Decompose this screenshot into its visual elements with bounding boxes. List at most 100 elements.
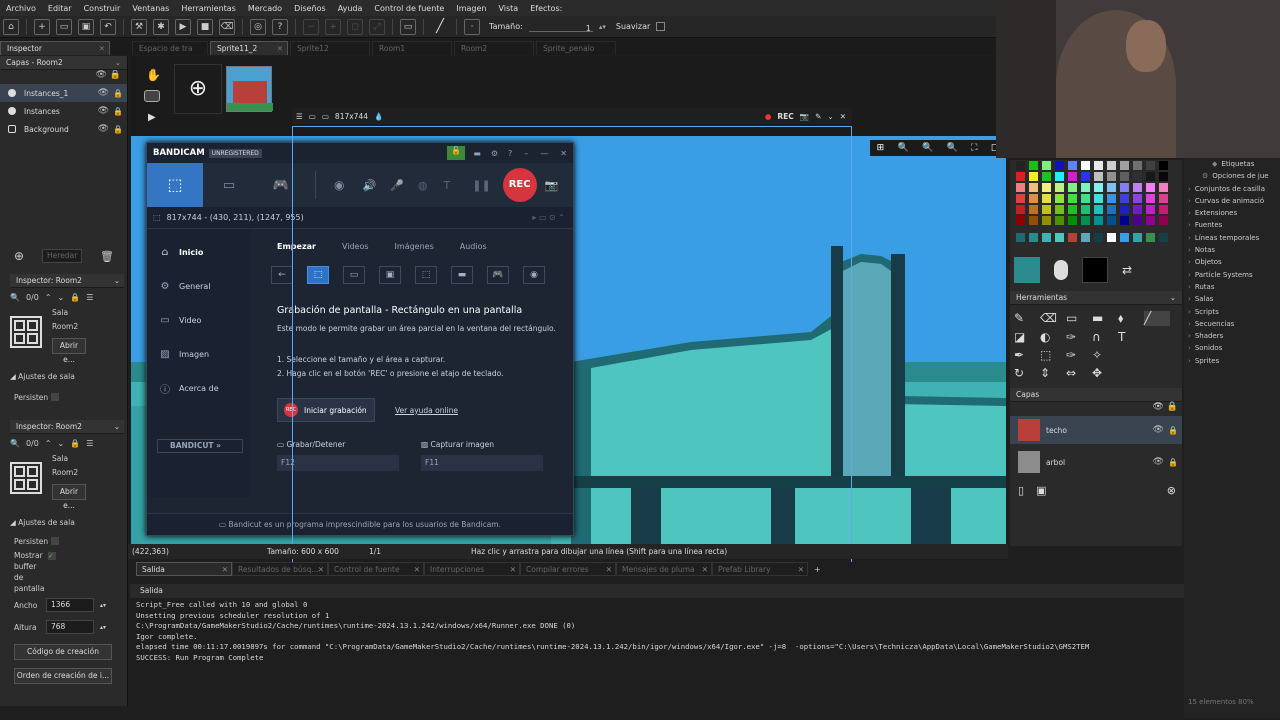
- color-swatch[interactable]: [1068, 194, 1077, 203]
- tab-prefab[interactable]: Prefab Library ✕: [712, 562, 808, 576]
- color-swatch[interactable]: [1068, 233, 1077, 242]
- undo-icon[interactable]: ↶: [100, 18, 116, 35]
- nav-inicio[interactable]: ⌂ Inicio: [147, 235, 251, 269]
- ellipse-icon[interactable]: ◐: [1040, 330, 1066, 344]
- menu-archivo[interactable]: Archivo: [6, 4, 36, 13]
- chevron-down-icon[interactable]: ⌄: [1170, 291, 1176, 305]
- color-swatch[interactable]: [1133, 161, 1142, 170]
- color-swatch[interactable]: [1068, 161, 1077, 170]
- color-swatch[interactable]: [1094, 161, 1103, 170]
- delete-layer-icon[interactable]: ⊗: [1167, 484, 1176, 497]
- color-swatch[interactable]: [1029, 172, 1038, 181]
- zoom-fit-icon[interactable]: 🔍: [947, 143, 958, 153]
- color-swatch[interactable]: [1016, 233, 1025, 242]
- marquee-icon[interactable]: ⬚: [1040, 348, 1066, 362]
- lock-icon[interactable]: 🔒: [113, 125, 123, 134]
- tab-salida[interactable]: Salida ✕: [136, 562, 232, 576]
- asset-folder[interactable]: › Sprites: [1184, 355, 1280, 367]
- color-swatch[interactable]: [1081, 233, 1090, 242]
- layer-techo[interactable]: techo 👁 🔒: [1010, 416, 1182, 444]
- menu-herramientas[interactable]: Herramientas: [181, 4, 236, 13]
- eyedropper-swap-icon[interactable]: ⇄: [1122, 263, 1132, 277]
- chevron-down-icon[interactable]: ⌄: [115, 56, 121, 70]
- close-icon[interactable]: ✕: [414, 563, 420, 577]
- color-swatch[interactable]: [1042, 172, 1051, 181]
- close-icon[interactable]: ✕: [606, 563, 612, 577]
- lock-icon[interactable]: 🔒: [70, 293, 80, 302]
- color-swatch[interactable]: [1107, 205, 1116, 214]
- asset-folder[interactable]: › Sonidos: [1184, 342, 1280, 354]
- asset-folder[interactable]: › Líneas temporales: [1184, 232, 1280, 244]
- color-swatch[interactable]: [1107, 161, 1116, 170]
- new-layer-icon[interactable]: ▯: [1018, 484, 1024, 497]
- color-swatch[interactable]: [1068, 216, 1077, 225]
- rectangle-icon[interactable]: ◪: [1014, 330, 1040, 344]
- save-icon[interactable]: ▣: [78, 18, 94, 35]
- close-icon[interactable]: ✕: [222, 563, 228, 577]
- color-swatch[interactable]: [1094, 194, 1103, 203]
- smooth-checkbox[interactable]: [656, 22, 666, 31]
- menu-disenos[interactable]: Diseños: [294, 4, 326, 13]
- asset-folder[interactable]: › Shaders: [1184, 330, 1280, 342]
- menu-construir[interactable]: Construir: [84, 4, 121, 13]
- chevron-down-icon[interactable]: ⌄: [58, 439, 65, 448]
- menu-editar[interactable]: Editar: [48, 4, 72, 13]
- tab-sprite-penalo[interactable]: Sprite_penalo: [536, 41, 616, 55]
- eye-icon[interactable]: 👁: [98, 124, 109, 134]
- tab-mensajes[interactable]: Mensajes de pluma ✕: [616, 562, 712, 576]
- trash-icon[interactable]: 🗑: [100, 250, 114, 263]
- grid-icon[interactable]: ⊞: [877, 143, 885, 153]
- color-swatch[interactable]: [1042, 183, 1051, 192]
- color-swatch[interactable]: [1081, 172, 1090, 181]
- persistent-checkbox[interactable]: [51, 537, 60, 545]
- tab-interrupciones[interactable]: Interrupciones ✕: [424, 562, 520, 576]
- chevron-up-icon[interactable]: ⌃: [45, 439, 52, 448]
- color-swatch[interactable]: [1055, 183, 1064, 192]
- close-icon[interactable]: ✕: [99, 42, 105, 56]
- search-icon[interactable]: 🔍: [10, 439, 20, 448]
- target-icon[interactable]: ◎: [250, 18, 266, 35]
- color-swatch[interactable]: [1094, 216, 1103, 225]
- color-swatch[interactable]: [1081, 161, 1090, 170]
- eye-icon[interactable]: 👁: [1153, 457, 1164, 467]
- hdmi-mode-icon[interactable]: ▭: [203, 178, 255, 193]
- color-swatch[interactable]: [1042, 216, 1051, 225]
- color-swatch[interactable]: [1159, 183, 1168, 192]
- color-swatch[interactable]: [1133, 205, 1142, 214]
- color-swatch[interactable]: [1055, 161, 1064, 170]
- color-swatch[interactable]: [1120, 233, 1129, 242]
- close-icon[interactable]: ✕: [840, 112, 846, 121]
- eye-icon[interactable]: 👁: [98, 88, 109, 98]
- output-log[interactable]: Script_Free called with 10 and global 0 …: [130, 598, 1184, 700]
- close-icon[interactable]: ✕: [277, 42, 283, 56]
- width-input[interactable]: 1366: [46, 598, 94, 612]
- tab-control-fuente[interactable]: Control de fuente ✕: [328, 562, 424, 576]
- room-settings-header[interactable]: ◢ Ajustes de sala: [10, 518, 124, 532]
- color-swatch[interactable]: [1094, 205, 1103, 214]
- flip-vertical-icon[interactable]: ⇕: [1040, 366, 1066, 380]
- layer-arbol[interactable]: arbol 👁 🔒: [1010, 448, 1182, 476]
- color-swatch[interactable]: [1055, 205, 1064, 214]
- lock-icon[interactable]: 🔒: [113, 89, 123, 98]
- select-icon[interactable]: ▭: [1066, 311, 1092, 326]
- color-swatch[interactable]: [1029, 233, 1038, 242]
- eye-icon[interactable]: 👁: [1153, 425, 1164, 435]
- menu-icon[interactable]: ☰: [296, 112, 303, 121]
- chevron-down-icon[interactable]: ⌄: [114, 274, 120, 288]
- menu-efectos[interactable]: Efectos:: [530, 4, 562, 13]
- color-swatch[interactable]: [1146, 161, 1155, 170]
- secondary-color-swatch[interactable]: [1082, 257, 1108, 283]
- open-editor-button[interactable]: Abrir e...: [52, 338, 86, 364]
- asset-folder[interactable]: › Extensiones: [1184, 207, 1280, 219]
- room-settings-header[interactable]: ◢ Ajustes de sala: [10, 372, 75, 386]
- color-swatch[interactable]: [1159, 194, 1168, 203]
- color-swatch[interactable]: [1055, 216, 1064, 225]
- tab-inspector[interactable]: Inspector ✕: [0, 41, 110, 55]
- fullscreen-icon[interactable]: ⛶: [971, 143, 977, 153]
- asset-folder[interactable]: › Fuentes: [1184, 219, 1280, 231]
- color-swatch[interactable]: [1016, 161, 1025, 170]
- color-swatch[interactable]: [1029, 205, 1038, 214]
- loop-icon[interactable]: [144, 90, 160, 102]
- color-swatch[interactable]: [1146, 216, 1155, 225]
- height-input[interactable]: 768: [46, 620, 94, 634]
